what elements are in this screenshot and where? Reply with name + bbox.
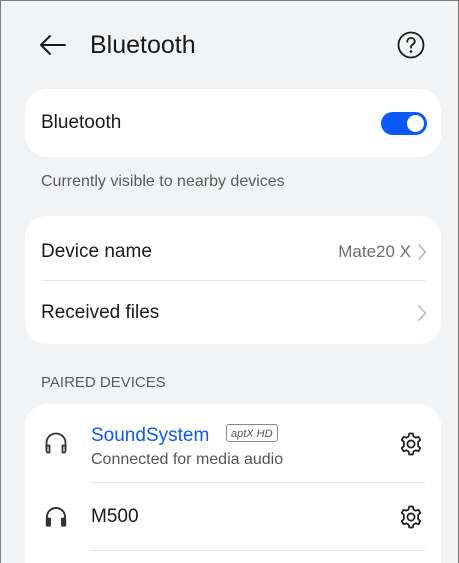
bluetooth-toggle-label: Bluetooth xyxy=(41,112,122,133)
headphones-filled-icon xyxy=(45,506,67,527)
device-settings-card: Device name Mate20 X Received files xyxy=(25,216,441,344)
bluetooth-switch[interactable] xyxy=(381,112,427,135)
gear-icon[interactable] xyxy=(398,431,424,457)
headphones-outline-icon xyxy=(45,432,67,454)
bluetooth-toggle-card: Bluetooth xyxy=(25,89,441,157)
paired-device-row[interactable]: M500 xyxy=(25,482,441,550)
gear-icon[interactable] xyxy=(398,504,424,530)
page-title: Bluetooth xyxy=(90,31,196,59)
help-button[interactable] xyxy=(395,29,427,61)
received-files-row[interactable]: Received files xyxy=(25,280,441,344)
bluetooth-settings-screen: Bluetooth Bluetooth Currently visible to… xyxy=(0,0,459,563)
header: Bluetooth xyxy=(1,1,458,89)
chevron-right-icon xyxy=(418,305,427,321)
back-button[interactable] xyxy=(35,27,71,63)
received-files-label: Received files xyxy=(41,302,160,323)
device-name-label: Device name xyxy=(41,241,152,262)
back-arrow-icon xyxy=(40,35,66,55)
divider xyxy=(91,550,425,551)
paired-devices-card: SoundSystem aptX HD Connected for media … xyxy=(25,404,441,563)
switch-knob xyxy=(407,115,424,132)
paired-devices-heading: PAIRED DEVICES xyxy=(41,374,166,391)
device-name-row[interactable]: Device name Mate20 X xyxy=(25,216,441,280)
connection-status: Connected for media audio xyxy=(91,451,284,468)
paired-device-row[interactable]: SoundSystem aptX HD Connected for media … xyxy=(25,404,441,482)
codec-badge: aptX HD xyxy=(226,424,278,442)
paired-device-name: SoundSystem xyxy=(91,425,210,446)
visibility-hint: Currently visible to nearby devices xyxy=(41,173,285,190)
chevron-right-icon xyxy=(418,244,427,260)
help-icon xyxy=(397,31,425,59)
device-name-value: Mate20 X xyxy=(338,242,411,261)
paired-device-name: M500 xyxy=(91,506,139,527)
